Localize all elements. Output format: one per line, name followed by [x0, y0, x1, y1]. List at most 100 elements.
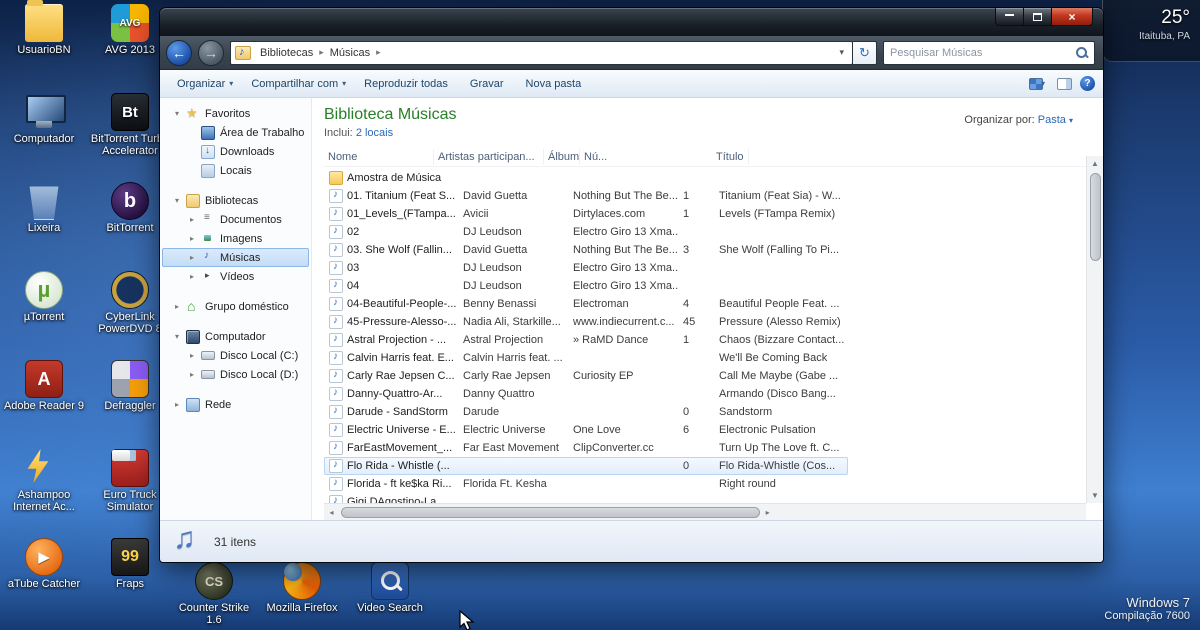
toolbar-button[interactable]: Nova pasta	[517, 74, 595, 94]
expand-arrow-icon[interactable]: ▸	[190, 272, 201, 281]
file-row[interactable]: 01. Titanium (Feat S... David Guetta Not…	[324, 187, 848, 205]
column-header[interactable]: Nú...	[580, 149, 712, 165]
column-header[interactable]: Álbum	[544, 148, 580, 165]
scroll-right-icon[interactable]: ▸	[760, 508, 775, 517]
file-row[interactable]: 45-Pressure-Alesso-... Nadia Ali, Starki…	[324, 313, 848, 331]
file-row[interactable]: FarEastMovement_... Far East Movement Cl…	[324, 439, 848, 457]
library-header-left: Biblioteca Músicas Inclui: 2 locais	[324, 106, 457, 139]
expand-arrow-icon[interactable]: ▸	[190, 253, 201, 262]
close-button[interactable]: ×	[1051, 8, 1093, 26]
desktop-icon[interactable]: Counter Strike 1.6	[172, 562, 256, 626]
expand-arrow-icon[interactable]: ▸	[190, 234, 201, 243]
title-bar[interactable]: ×	[160, 8, 1103, 36]
minimize-button[interactable]	[995, 8, 1024, 26]
sidebar-item[interactable]: ▸ Grupo doméstico	[162, 297, 309, 316]
file-album-cell: Nothing But The Be...	[573, 244, 678, 256]
refresh-button[interactable]: ↻	[853, 40, 877, 65]
breadcrumb-item[interactable]: Bibliotecas	[256, 44, 317, 62]
vertical-scrollbar[interactable]: ▲ ▼	[1086, 156, 1103, 503]
desktop-icon[interactable]: Video Search	[348, 562, 432, 626]
file-row[interactable]: Flo Rida - Whistle (... 0 Flo Rida-Whist…	[324, 457, 848, 475]
includes-link[interactable]: 2 locais	[356, 127, 393, 139]
column-header[interactable]: Artistas participan...	[434, 148, 544, 165]
sidebar-item[interactable]: ▾ Computador	[162, 327, 309, 346]
file-row[interactable]: Danny-Quattro-Ar... Danny Quattro Armand…	[324, 385, 848, 403]
file-row[interactable]: 04 DJ Leudson Electro Giro 13 Xma...	[324, 277, 848, 295]
toolbar-button[interactable]: Compartilhar com ▾	[242, 74, 355, 94]
expand-arrow-icon[interactable]: ▸	[175, 400, 186, 409]
toolbar-button[interactable]: Gravar	[461, 74, 517, 94]
sidebar-item[interactable]: ▸ Músicas	[162, 248, 309, 267]
sidebar-item[interactable]: Área de Trabalho	[162, 123, 309, 142]
chevron-right-icon[interactable]: ▸	[374, 47, 383, 58]
desktop-icon-image	[25, 538, 63, 576]
back-button[interactable]: ←	[166, 39, 192, 66]
desktop-icon[interactable]: Lixeira	[2, 182, 86, 271]
sidebar-item[interactable]: ▸ Documentos	[162, 210, 309, 229]
desktop-icon[interactable]: aTube Catcher	[2, 538, 86, 627]
sidebar-item[interactable]: ▸ Imagens	[162, 229, 309, 248]
horizontal-scrollbar[interactable]: ◂ ▸	[324, 503, 1086, 520]
chevron-down-icon[interactable]: ▾	[1069, 116, 1073, 125]
sidebar-item[interactable]: ▾ Bibliotecas	[162, 191, 309, 210]
desktop-icon[interactable]: UsuarioBN	[2, 0, 86, 93]
item-count: 31 itens	[214, 534, 257, 549]
expand-arrow-icon[interactable]: ▾	[175, 109, 186, 118]
vertical-scroll-thumb[interactable]	[1089, 173, 1101, 261]
file-row[interactable]: Darude - SandStorm Darude 0 Sandstorm	[324, 403, 848, 421]
search-icon[interactable]	[1075, 46, 1088, 59]
navigation-pane: ▾ Favoritos Área de Trabalho Downloads L…	[160, 98, 312, 520]
change-view-button[interactable]: ▾	[1025, 75, 1049, 93]
horizontal-scroll-thumb[interactable]	[341, 506, 761, 518]
file-row[interactable]: Electric Universe - E... Electric Univer…	[324, 421, 848, 439]
file-row[interactable]: 04-Beautiful-People-... Benny Benassi El…	[324, 295, 848, 313]
expand-arrow-icon[interactable]: ▾	[175, 196, 186, 205]
desktop-icon[interactable]: Mozilla Firefox	[260, 562, 344, 626]
file-row[interactable]: Amostra de Música	[324, 169, 848, 187]
file-row[interactable]: Florida - ft ke$ka Ri... Florida Ft. Kes…	[324, 475, 848, 493]
chevron-right-icon[interactable]: ▸	[317, 47, 326, 58]
file-row[interactable]: 01_Levels_(FTampa... Avicii Dirtylaces.c…	[324, 205, 848, 223]
help-button[interactable]	[1080, 76, 1095, 91]
file-row[interactable]: Calvin Harris feat. E... Calvin Harris f…	[324, 349, 848, 367]
breadcrumb-segment: Músicas ▸	[326, 44, 383, 62]
address-dropdown-icon[interactable]: ▾	[833, 47, 850, 58]
scroll-up-icon[interactable]: ▲	[1091, 156, 1099, 171]
scroll-left-icon[interactable]: ◂	[324, 508, 339, 517]
sidebar-item[interactable]: ▸ Disco Local (D:)	[162, 365, 309, 384]
desktop-icon[interactable]: Computador	[2, 93, 86, 182]
desktop-icon[interactable]: Ashampoo Internet Ac...	[2, 449, 86, 538]
sidebar-item[interactable]: ▾ Favoritos	[162, 104, 309, 123]
expand-arrow-icon[interactable]: ▾	[175, 332, 186, 341]
file-name-cell: 01. Titanium (Feat S...	[325, 189, 459, 203]
expand-arrow-icon[interactable]: ▸	[175, 302, 186, 311]
expand-arrow-icon[interactable]: ▸	[190, 351, 201, 360]
file-row[interactable]: 03 DJ Leudson Electro Giro 13 Xma...	[324, 259, 848, 277]
toolbar-button[interactable]: Reproduzir todas	[355, 74, 461, 94]
sidebar-item[interactable]: Locais	[162, 161, 309, 180]
file-row[interactable]: Carly Rae Jepsen C... Carly Rae Jepsen C…	[324, 367, 848, 385]
sidebar-item[interactable]: ▸ Disco Local (C:)	[162, 346, 309, 365]
sidebar-item[interactable]: ▸ Rede	[162, 395, 309, 414]
address-bar[interactable]: Bibliotecas ▸ Músicas ▸ ▾	[230, 40, 853, 65]
sidebar-item[interactable]: ▸ Vídeos	[162, 267, 309, 286]
expand-arrow-icon[interactable]: ▸	[190, 370, 201, 379]
preview-pane-button[interactable]	[1057, 77, 1072, 90]
file-row[interactable]: Astral Projection - ... Astral Projectio…	[324, 331, 848, 349]
maximize-button[interactable]	[1024, 8, 1051, 26]
breadcrumb-item[interactable]: Músicas	[326, 44, 374, 62]
file-row[interactable]: 02 DJ Leudson Electro Giro 13 Xma...	[324, 223, 848, 241]
desktop-icon[interactable]: Adobe Reader 9	[2, 360, 86, 449]
forward-button[interactable]: →	[198, 39, 224, 66]
column-header[interactable]: Título	[712, 148, 749, 165]
search-input[interactable]	[890, 46, 1075, 59]
arrange-by-value[interactable]: Pasta	[1038, 114, 1066, 126]
column-header[interactable]: Nome	[324, 148, 434, 165]
sidebar-item[interactable]: Downloads	[162, 142, 309, 161]
file-row[interactable]: 03. She Wolf (Fallin... David Guetta Not…	[324, 241, 848, 259]
weather-gadget[interactable]: 25° Itaituba, PA	[1102, 0, 1200, 62]
desktop-icon[interactable]: µTorrent	[2, 271, 86, 360]
expand-arrow-icon[interactable]: ▸	[190, 215, 201, 224]
toolbar-button[interactable]: Organizar ▾	[168, 74, 242, 94]
scroll-down-icon[interactable]: ▼	[1091, 488, 1099, 503]
